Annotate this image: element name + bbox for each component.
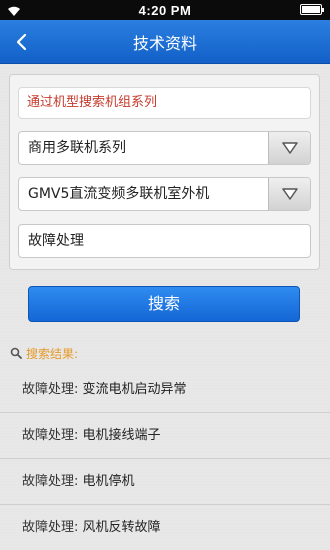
keyword-input[interactable]: 故障处理 xyxy=(18,224,311,258)
results-header-label: 搜索结果: xyxy=(26,346,79,361)
wifi-icon xyxy=(8,6,20,17)
model-select[interactable]: GMV5直流变频多联机室外机 xyxy=(18,177,311,211)
page-title: 技术资料 xyxy=(132,33,197,53)
result-text: 风机反转故障 xyxy=(82,520,161,535)
status-time: 4:20 PM xyxy=(138,2,192,18)
series-search-label: 通过机型搜索机组系列 xyxy=(18,87,311,119)
category-select-value: 商用多联机系列 xyxy=(28,140,126,156)
back-button[interactable] xyxy=(8,28,34,56)
result-prefix: 故障处理: xyxy=(22,520,79,535)
result-item[interactable]: 故障处理: 风机反转故障 xyxy=(0,505,330,550)
model-select-value: GMV5直流变频多联机室外机 xyxy=(28,186,210,202)
search-button[interactable]: 搜索 xyxy=(28,286,300,322)
result-text: 电机接线端子 xyxy=(82,428,161,443)
battery-icon xyxy=(300,4,324,15)
triangle-down-icon xyxy=(281,142,298,154)
triangle-down-icon xyxy=(281,188,298,200)
result-prefix: 故障处理: xyxy=(22,428,79,443)
nav-bar: 技术资料 xyxy=(0,20,330,64)
result-item[interactable]: 故障处理: 电机停机 xyxy=(0,459,330,505)
model-dropdown-toggle[interactable] xyxy=(268,178,310,210)
result-prefix: 故障处理: xyxy=(22,382,79,397)
results-header: 搜索结果: xyxy=(10,343,78,363)
result-text: 变流电机启动异常 xyxy=(82,382,187,397)
result-item[interactable]: 故障处理: 变流电机启动异常 xyxy=(0,367,330,413)
chevron-left-icon xyxy=(16,33,27,51)
result-text: 电机停机 xyxy=(82,474,135,489)
category-dropdown-toggle[interactable] xyxy=(268,132,310,164)
result-item[interactable]: 故障处理: 电机接线端子 xyxy=(0,413,330,459)
search-panel: 通过机型搜索机组系列 商用多联机系列 GMV5直流变频多联机室外机 故障处理 xyxy=(9,74,320,270)
category-select[interactable]: 商用多联机系列 xyxy=(18,131,311,165)
status-bar: 4:20 PM xyxy=(0,0,330,20)
result-prefix: 故障处理: xyxy=(22,474,79,489)
content-area: 通过机型搜索机组系列 商用多联机系列 GMV5直流变频多联机室外机 故障处理 搜… xyxy=(0,64,330,550)
search-icon xyxy=(10,347,22,359)
